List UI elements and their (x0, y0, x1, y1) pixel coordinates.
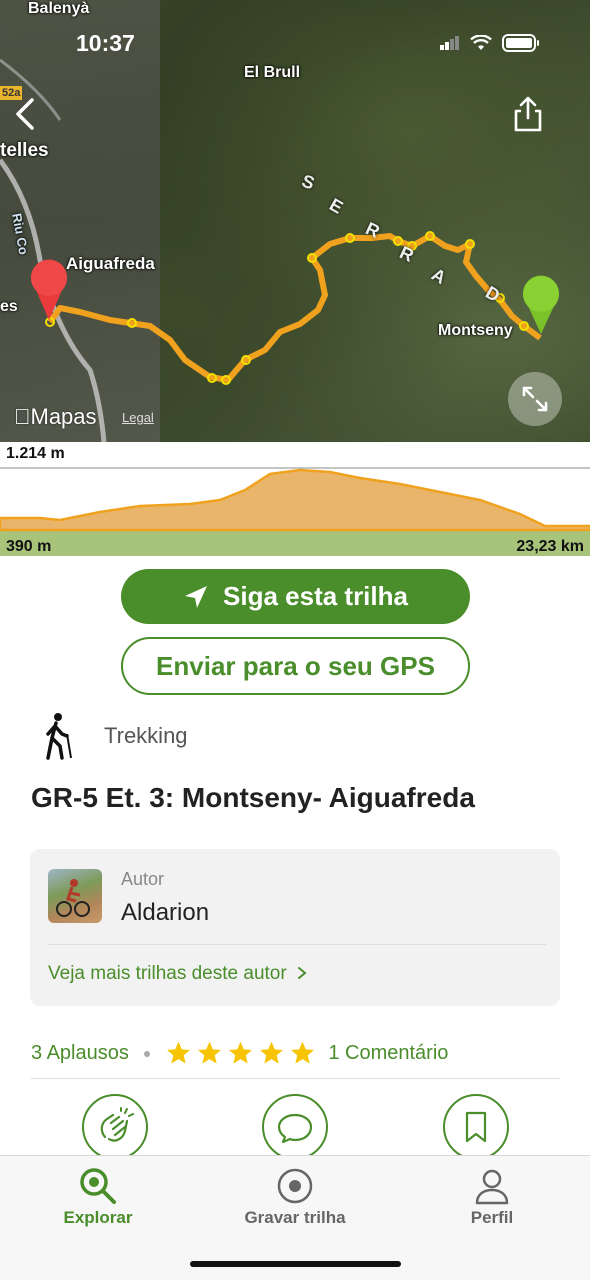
tab-explore-label: Explorar (63, 1208, 133, 1227)
star-icon (291, 1041, 315, 1064)
author-card[interactable]: Autor Aldarion Veja mais trilhas deste a… (30, 849, 560, 1006)
follow-trail-label: Siga esta trilha (223, 581, 408, 611)
more-trails-label: Veja mais trilhas deste autor (48, 963, 287, 984)
elevation-chart (0, 467, 590, 556)
comment-button[interactable] (262, 1094, 328, 1160)
clap-hands-icon (100, 1107, 134, 1142)
status-icons (440, 34, 540, 52)
activity-type: Trekking (40, 712, 188, 760)
maps-attribution-logo: Mapas (14, 404, 97, 429)
tab-record-label: Gravar trilha (244, 1208, 346, 1227)
divider (48, 944, 546, 945)
tab-profile[interactable]: Perfil (422, 1164, 562, 1228)
cyclist-photo-icon (56, 879, 90, 917)
cellular-signal-icon (440, 36, 459, 50)
status-time: 10:37 (76, 30, 135, 56)
tab-profile-label: Perfil (470, 1208, 514, 1227)
map-label-balenya: Balenyà (28, 0, 90, 17)
search-icon (80, 1168, 116, 1204)
map-label-montseny: Montseny (438, 322, 513, 339)
expand-map-button[interactable] (508, 372, 562, 426)
legal-link[interactable]: Legal (122, 410, 154, 425)
elevation-area (0, 468, 590, 532)
author-name[interactable]: Aldarion (121, 899, 209, 927)
elevation-profile[interactable]: 1.214 m 390 m 23,23 km (0, 442, 590, 556)
trail-map[interactable]: Balenyà El Brull 52a telles Riu Co Aigua… (0, 0, 590, 442)
trail-title: GR-5 Et. 3: Montseny- Aiguafreda (31, 782, 475, 813)
tab-record[interactable]: Gravar trilha (225, 1164, 365, 1228)
trail-stats: 3 Aplausos ● 1 Comentário (31, 1040, 560, 1066)
map-label-town: telles (0, 140, 49, 161)
send-to-gps-label: Enviar para o seu GPS (156, 650, 435, 681)
save-button[interactable] (443, 1094, 509, 1160)
expand-icon (522, 386, 548, 412)
follow-trail-button[interactable]: Siga esta trilha (121, 569, 470, 624)
user-icon (475, 1169, 509, 1205)
share-button[interactable] (510, 94, 546, 134)
star-icon (167, 1041, 191, 1064)
record-icon (277, 1168, 313, 1204)
wifi-icon (470, 35, 492, 50)
trail-distance: 23,23 km (516, 538, 584, 555)
more-trails-link[interactable]: Veja mais trilhas deste autor (48, 963, 308, 985)
applause-count[interactable]: 3 Aplausos (31, 1042, 129, 1065)
applaud-button[interactable] (82, 1094, 148, 1160)
bookmark-icon (465, 1111, 487, 1143)
rating-stars (165, 1040, 316, 1066)
author-avatar[interactable] (48, 869, 102, 923)
home-indicator (190, 1261, 401, 1267)
share-icon (514, 96, 542, 132)
star-icon (229, 1041, 253, 1064)
map-label-partial: es (0, 298, 18, 315)
chevron-left-icon (16, 98, 34, 130)
star-icon (260, 1041, 284, 1064)
elevation-max: 1.214 m (6, 445, 65, 462)
author-kicker: Autor (121, 869, 165, 889)
tab-explore[interactable]: Explorar (28, 1164, 168, 1228)
hiker-icon (46, 713, 72, 760)
comment-count[interactable]: 1 Comentário (328, 1042, 448, 1065)
separator-dot: ● (142, 1045, 152, 1061)
star-icon (198, 1041, 222, 1064)
send-to-gps-button[interactable]: Enviar para o seu GPS (121, 637, 470, 695)
activity-label: Trekking (104, 723, 188, 748)
navigation-arrow-icon (185, 585, 208, 608)
map-label-el-brull: El Brull (244, 64, 301, 81)
battery-icon (502, 34, 539, 52)
back-button[interactable] (8, 94, 44, 134)
divider (31, 1078, 560, 1079)
map-label-aiguafreda: Aiguafreda (66, 254, 155, 273)
speech-bubble-icon (277, 1113, 313, 1144)
elevation-min: 390 m (6, 538, 52, 555)
chevron-right-icon (297, 967, 307, 979)
